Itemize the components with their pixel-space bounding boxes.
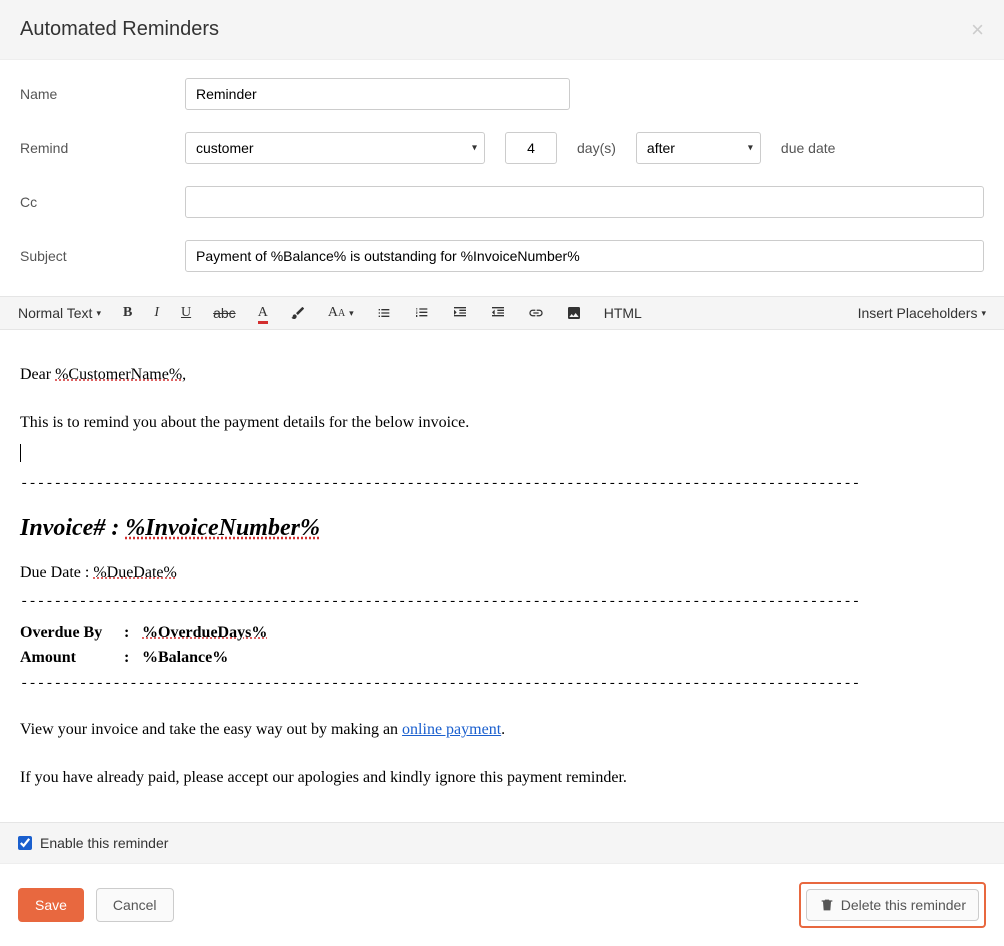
link-icon: [528, 305, 544, 321]
days-unit-text: day(s): [577, 140, 616, 156]
placeholder-invoice-number: %InvoiceNumber%: [125, 515, 320, 541]
cc-input[interactable]: [185, 186, 984, 218]
remind-who-select[interactable]: customer: [185, 132, 485, 164]
subject-input[interactable]: [185, 240, 984, 272]
delete-reminder-button[interactable]: Delete this reminder: [806, 889, 979, 921]
image-icon: [566, 305, 582, 321]
remind-label: Remind: [20, 140, 185, 156]
insert-placeholders-dropdown[interactable]: Insert Placeholders ▾: [858, 305, 986, 321]
ordered-list-button[interactable]: [414, 305, 430, 321]
save-button[interactable]: Save: [18, 888, 84, 922]
html-button[interactable]: HTML: [604, 305, 642, 321]
subject-row: Subject: [20, 240, 984, 272]
indent-icon: [452, 305, 468, 321]
placeholder-overdue-days: %OverdueDays%: [142, 624, 267, 641]
indent-button[interactable]: [452, 305, 468, 321]
unordered-list-button[interactable]: [376, 305, 392, 321]
form-section: Name Remind customer ▾ day(s) after: [0, 60, 1004, 296]
online-payment-link[interactable]: online payment: [402, 721, 501, 738]
enable-reminder-bar: Enable this reminder: [0, 822, 1004, 863]
chevron-down-icon: ▾: [349, 308, 354, 319]
text-color-button[interactable]: A: [258, 305, 268, 321]
enable-reminder-label: Enable this reminder: [40, 835, 168, 851]
email-body-editor[interactable]: Dear %CustomerName%, This is to remind y…: [0, 330, 1004, 822]
bullet-list-icon: [376, 305, 392, 321]
remind-when-select[interactable]: after: [636, 132, 761, 164]
close-button[interactable]: ×: [971, 19, 984, 41]
outdent-button[interactable]: [490, 305, 506, 321]
text-cursor: [20, 444, 21, 462]
italic-button[interactable]: I: [154, 305, 159, 321]
image-button[interactable]: [566, 305, 582, 321]
invoice-heading: Invoice# : %InvoiceNumber%: [20, 509, 984, 547]
trash-icon: [819, 897, 835, 913]
link-button[interactable]: [528, 305, 544, 321]
placeholder-customer-name: %CustomerName%: [55, 366, 182, 383]
modal-footer: Save Cancel Delete this reminder: [0, 863, 1004, 946]
modal-title: Automated Reminders: [20, 18, 219, 41]
remind-days-input[interactable]: [505, 132, 557, 164]
delete-highlight-box: Delete this reminder: [799, 882, 986, 928]
cancel-button[interactable]: Cancel: [96, 888, 174, 922]
placeholder-due-date: %DueDate%: [93, 564, 177, 581]
chevron-down-icon: ▾: [981, 308, 986, 319]
name-label: Name: [20, 86, 185, 102]
paint-icon: [290, 305, 306, 321]
cc-row: Cc: [20, 186, 984, 218]
due-date-text: due date: [781, 140, 836, 156]
automated-reminders-modal: Automated Reminders × Name Remind custom…: [0, 0, 1004, 946]
remind-row: Remind customer ▾ day(s) after ▾ due dat…: [20, 132, 984, 164]
format-dropdown[interactable]: Normal Text ▾: [18, 305, 101, 321]
placeholder-balance: %Balance%: [142, 645, 228, 671]
enable-reminder-checkbox[interactable]: [18, 836, 32, 850]
underline-button[interactable]: U: [181, 305, 191, 321]
background-color-button[interactable]: [290, 305, 306, 321]
details-table: Overdue By : %OverdueDays% Amount : %Bal…: [20, 620, 984, 671]
bold-button[interactable]: B: [123, 305, 132, 321]
name-row: Name: [20, 78, 984, 110]
outdent-icon: [490, 305, 506, 321]
numbered-list-icon: [414, 305, 430, 321]
chevron-down-icon: ▾: [96, 308, 101, 319]
editor-toolbar: Normal Text ▾ B I U abc A AA ▾: [0, 296, 1004, 330]
subject-label: Subject: [20, 248, 185, 264]
strikethrough-button[interactable]: abc: [213, 305, 236, 321]
cc-label: Cc: [20, 194, 185, 210]
font-size-dropdown[interactable]: AA ▾: [328, 305, 354, 321]
modal-header: Automated Reminders ×: [0, 0, 1004, 60]
name-input[interactable]: [185, 78, 570, 110]
